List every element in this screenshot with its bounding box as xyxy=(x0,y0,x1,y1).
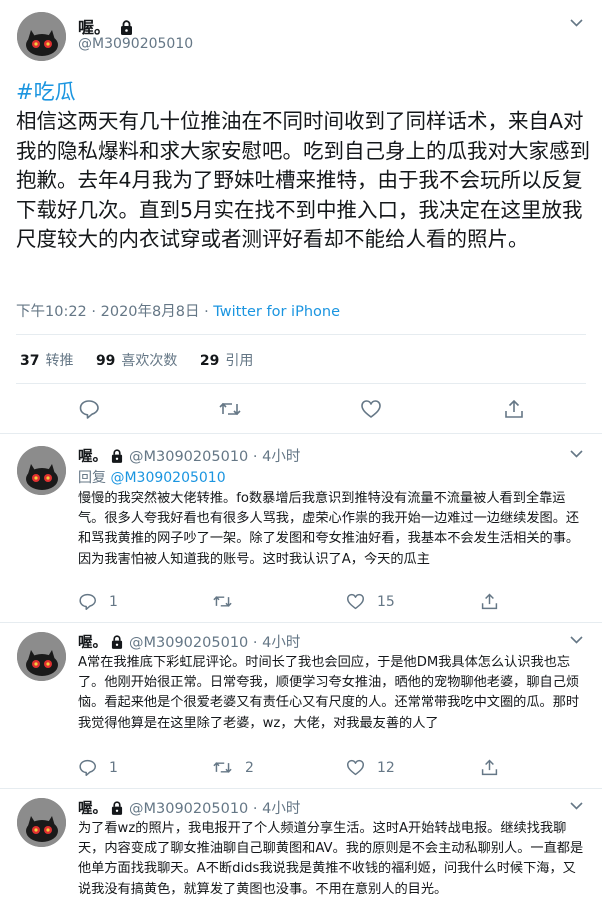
retweet-button[interactable] xyxy=(212,592,245,611)
reply-count: 1 xyxy=(109,759,118,776)
quotes-stat[interactable]: 29 引用 xyxy=(200,353,253,369)
author-display-name[interactable]: 喔。 xyxy=(78,635,107,651)
divider xyxy=(0,788,602,789)
share-button[interactable] xyxy=(480,758,511,777)
avatar[interactable] xyxy=(17,632,66,681)
likes-stat[interactable]: 99 喜欢次数 xyxy=(96,353,177,369)
reply-button[interactable]: 1 xyxy=(78,758,118,777)
lock-icon xyxy=(111,449,123,467)
reply-button[interactable]: 1 xyxy=(78,592,118,611)
handle-time[interactable]: @M3090205010 · 4小时 xyxy=(129,635,300,651)
chevron-down-icon[interactable] xyxy=(570,799,583,814)
divider xyxy=(0,433,602,434)
lock-icon xyxy=(111,635,123,653)
tweet-stats: 37 转推 99 喜欢次数 29 引用 xyxy=(20,350,271,370)
reply-to: 回复 @M3090205010 xyxy=(78,470,226,486)
retweets-stat[interactable]: 37 转推 xyxy=(20,353,73,369)
avatar[interactable] xyxy=(17,798,66,847)
reply-header: 喔。 @M3090205010 · 4小时 xyxy=(78,445,300,467)
tweet-text: 相信这两天有几十位推油在不同时间收到了同样话术，来自A对我的隐私爆料和求大家安慰… xyxy=(16,109,590,251)
tweet-timestamp: 下午10:22 · 2020年8月8日 · Twitter for iPhone xyxy=(16,304,340,320)
reply-text: A常在我推底下彩虹屁评论。时间长了我也会回应，于是他DM我具体怎么认识我也忘了。… xyxy=(78,655,580,731)
author-handle[interactable]: @M3090205010 xyxy=(78,36,193,52)
chevron-down-icon[interactable] xyxy=(570,633,583,648)
handle-time[interactable]: @M3090205010 · 4小时 xyxy=(129,801,300,817)
retweet-count: 2 xyxy=(245,759,254,776)
avatar[interactable] xyxy=(17,446,66,495)
avatar[interactable] xyxy=(17,12,66,61)
reply-to-link[interactable]: @M3090205010 xyxy=(110,470,225,486)
reply-count: 1 xyxy=(109,593,118,610)
divider xyxy=(16,383,586,384)
lock-icon xyxy=(111,801,123,819)
like-icon[interactable] xyxy=(360,398,382,420)
like-button[interactable]: 15 xyxy=(346,592,395,611)
handle-time[interactable]: @M3090205010 · 4小时 xyxy=(129,449,300,465)
hashtag-link[interactable]: #吃瓜 xyxy=(16,76,76,106)
reply-icon[interactable] xyxy=(78,398,100,420)
chevron-down-icon[interactable] xyxy=(570,16,583,31)
chevron-down-icon[interactable] xyxy=(570,447,583,462)
share-button[interactable] xyxy=(480,592,511,611)
like-count: 15 xyxy=(377,593,395,610)
reply-header: 喔。 @M3090205010 · 4小时 xyxy=(78,797,300,819)
retweet-button[interactable]: 2 xyxy=(212,758,254,777)
tweet-source-link[interactable]: Twitter for iPhone xyxy=(213,304,340,320)
reply-text: 为了看wz的照片，我电报开了个人频道分享生活。这时A开始转战电报。继续找我聊天，… xyxy=(78,821,584,897)
like-count: 12 xyxy=(377,759,395,776)
like-button[interactable]: 12 xyxy=(346,758,395,777)
divider xyxy=(0,622,602,623)
share-icon[interactable] xyxy=(503,398,525,420)
author-display-name[interactable]: 喔。 xyxy=(78,801,107,817)
reply-header: 喔。 @M3090205010 · 4小时 xyxy=(78,631,300,653)
divider xyxy=(16,334,586,335)
retweet-icon[interactable] xyxy=(218,398,242,420)
reply-text: 慢慢的我突然被大佬转推。fo数暴增后我意识到推特没有流量不流量被人看到全靠运气。… xyxy=(78,491,580,567)
author-display-name[interactable]: 喔。 xyxy=(78,449,107,465)
